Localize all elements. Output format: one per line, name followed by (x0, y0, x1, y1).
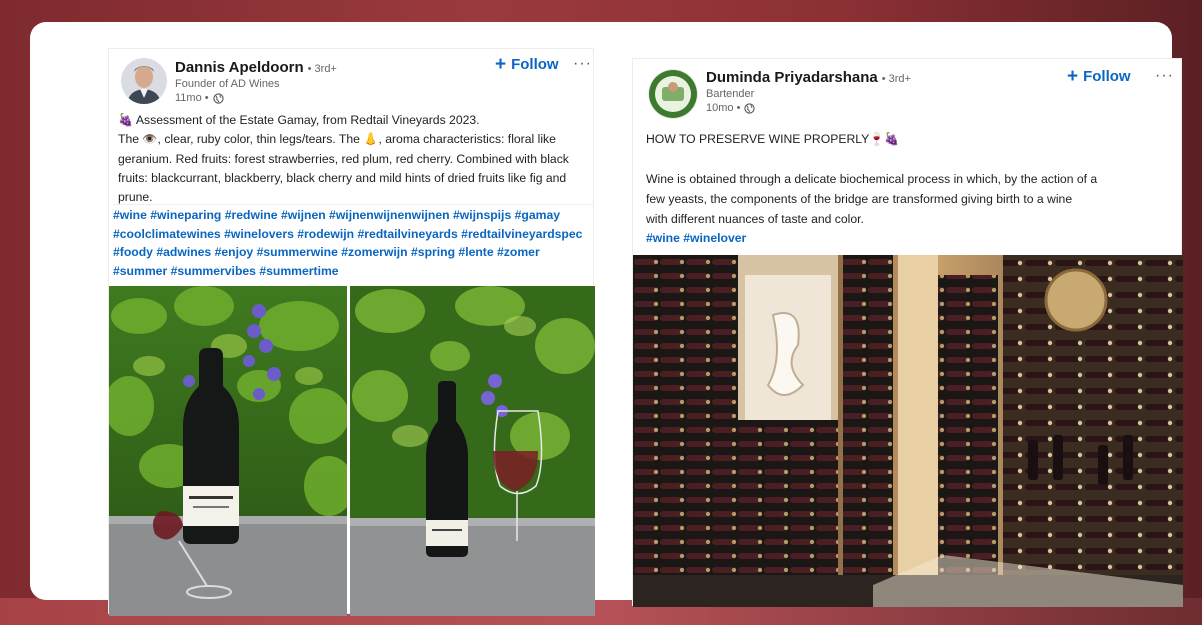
post-text-line: 🍇 Assessment of the Estate Gamay, from R… (118, 113, 480, 127)
post-photo-bottle-glass[interactable] (350, 286, 595, 616)
hashtag-line[interactable]: #foody #adwines #enjoy #summerwine #zome… (113, 243, 593, 262)
post-card-apeldoorn: Dannis Apeldoorn • 3rd+ Founder of AD Wi… (108, 48, 595, 616)
connection-degree: • 3rd+ (307, 63, 337, 75)
author-row: Dannis Apeldoorn • 3rd+ Founder of AD Wi… (121, 58, 337, 104)
hashtag-line[interactable]: #coolclimatewines #winelovers #rodewijn … (113, 225, 593, 244)
post-text-line: geranium. Red fruits: forest strawberrie… (118, 151, 569, 166)
post-body: HOW TO PRESERVE WINE PROPERLY🍷🍇 Wine is … (646, 129, 1176, 229)
author-row: Duminda Priyadarshana • 3rd+ Bartender 1… (648, 69, 911, 119)
post-photo-wine-cellar[interactable] (633, 255, 1183, 607)
author-headline: Bartender (706, 88, 755, 100)
hashtag-line[interactable]: #wine #winelover (646, 229, 946, 248)
post-time: 11mo • (175, 92, 209, 104)
connection-degree: • 3rd+ (881, 73, 911, 85)
author-avatar[interactable] (121, 58, 167, 104)
post-body: 🍇 Assessment of the Estate Gamay, from R… (118, 111, 593, 207)
post-text-line (646, 149, 1176, 169)
post-text-line: Wine is obtained through a delicate bioc… (646, 172, 1098, 186)
post-meta: 10mo • (706, 102, 911, 114)
follow-label: Follow (511, 56, 559, 73)
plus-icon: + (495, 54, 507, 75)
author-headline: Founder of AD Wines (175, 78, 280, 90)
more-options-button[interactable]: ··· (1155, 67, 1174, 85)
follow-button[interactable]: + Follow (495, 55, 559, 74)
post-card-priyadarshana: Duminda Priyadarshana • 3rd+ Bartender 1… (632, 58, 1183, 607)
author-name[interactable]: Duminda Priyadarshana (706, 69, 878, 86)
hashtag-block: #wine #winelover (646, 229, 946, 248)
hashtag-block: #wine #wineparing #redwine #wijnen #wijn… (113, 204, 593, 280)
screenshot-frame: Dannis Apeldoorn • 3rd+ Founder of AD Wi… (30, 22, 1183, 616)
post-text-line: fruits: blackcurrant, blackberry, black … (118, 170, 567, 185)
plus-icon: + (1067, 66, 1079, 87)
author-name[interactable]: Dannis Apeldoorn (175, 59, 304, 76)
post-time: 10mo • (706, 102, 741, 114)
post-text-line: The 👁️, clear, ruby color, thin legs/tea… (118, 132, 556, 147)
globe-icon (212, 92, 224, 104)
post-text-line: few yeasts, the components of the bridge… (646, 192, 1073, 206)
follow-button[interactable]: + Follow (1067, 67, 1131, 86)
author-avatar[interactable] (648, 69, 698, 119)
post-text-line: HOW TO PRESERVE WINE PROPERLY🍷🍇 (646, 132, 900, 146)
hashtag-line[interactable]: #wine #wineparing #redwine #wijnen #wijn… (113, 206, 593, 225)
more-options-button[interactable]: ··· (573, 55, 592, 73)
post-text-line: with different nuances of taste and colo… (646, 212, 864, 226)
globe-icon (744, 102, 756, 114)
hashtag-line[interactable]: #summer #summervibes #summertime (113, 262, 593, 281)
follow-label: Follow (1083, 68, 1131, 85)
post-meta: 11mo • (175, 92, 337, 104)
post-photo-bottle-bluebells[interactable] (109, 286, 347, 616)
